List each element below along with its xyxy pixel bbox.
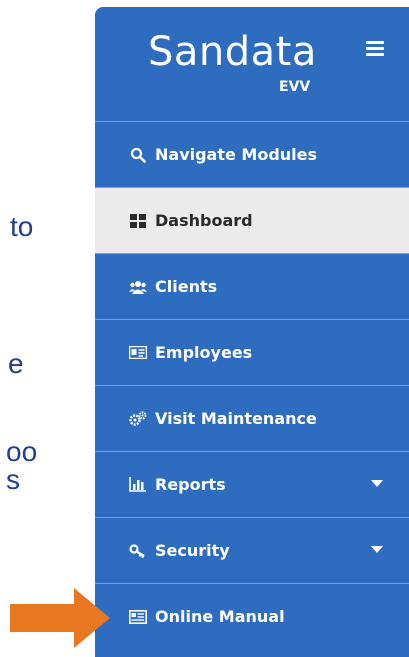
sidebar-item-navigate-modules[interactable]: Navigate Modules <box>95 121 409 187</box>
sidebar-item-label: Security <box>155 541 230 560</box>
slide-text-fragment: e <box>8 348 24 379</box>
slide-text-fragment: s <box>6 464 20 495</box>
sidebar-item-dashboard[interactable]: Dashboard <box>95 187 409 253</box>
sidebar-item-label: Reports <box>155 475 226 494</box>
bar-chart-icon <box>129 477 147 493</box>
sidebar-item-label: Visit Maintenance <box>155 409 317 428</box>
pointer-arrow-icon <box>10 588 110 648</box>
brand-subtitle: EVV <box>279 79 311 95</box>
sidebar-item-label: Dashboard <box>155 211 253 230</box>
id-card-icon <box>129 345 147 361</box>
slide-text-fragment: oo <box>6 436 38 467</box>
caret-down-icon[interactable] <box>371 480 383 487</box>
sidebar-item-label: Navigate Modules <box>155 145 318 164</box>
users-icon <box>129 279 147 295</box>
dashboard-icon <box>129 213 147 229</box>
slide-text-fragment: to <box>10 211 34 242</box>
sidebar-item-label: Online Manual <box>155 607 285 626</box>
sidebar-item-label: Employees <box>155 343 253 362</box>
sidebar-item-label: Clients <box>155 277 218 296</box>
logo-area: Sandata EVV <box>95 7 409 121</box>
brand-logo: Sandata <box>148 29 317 75</box>
sidebar-item-clients[interactable]: Clients <box>95 253 409 319</box>
sidebar-item-employees[interactable]: Employees <box>95 319 409 385</box>
caret-down-icon[interactable] <box>371 546 383 553</box>
hamburger-menu-icon[interactable] <box>366 41 384 57</box>
key-icon <box>129 543 147 559</box>
sidebar-item-reports[interactable]: Reports <box>95 451 409 517</box>
search-icon <box>129 147 147 163</box>
sidebar-item-security[interactable]: Security <box>95 517 409 583</box>
sidebar: Sandata EVV Navigate Modules Dashboard C… <box>95 7 409 657</box>
book-icon <box>129 609 147 625</box>
sidebar-item-online-manual[interactable]: Online Manual <box>95 583 409 649</box>
cogs-icon <box>129 411 147 427</box>
sidebar-item-visit-maintenance[interactable]: Visit Maintenance <box>95 385 409 451</box>
